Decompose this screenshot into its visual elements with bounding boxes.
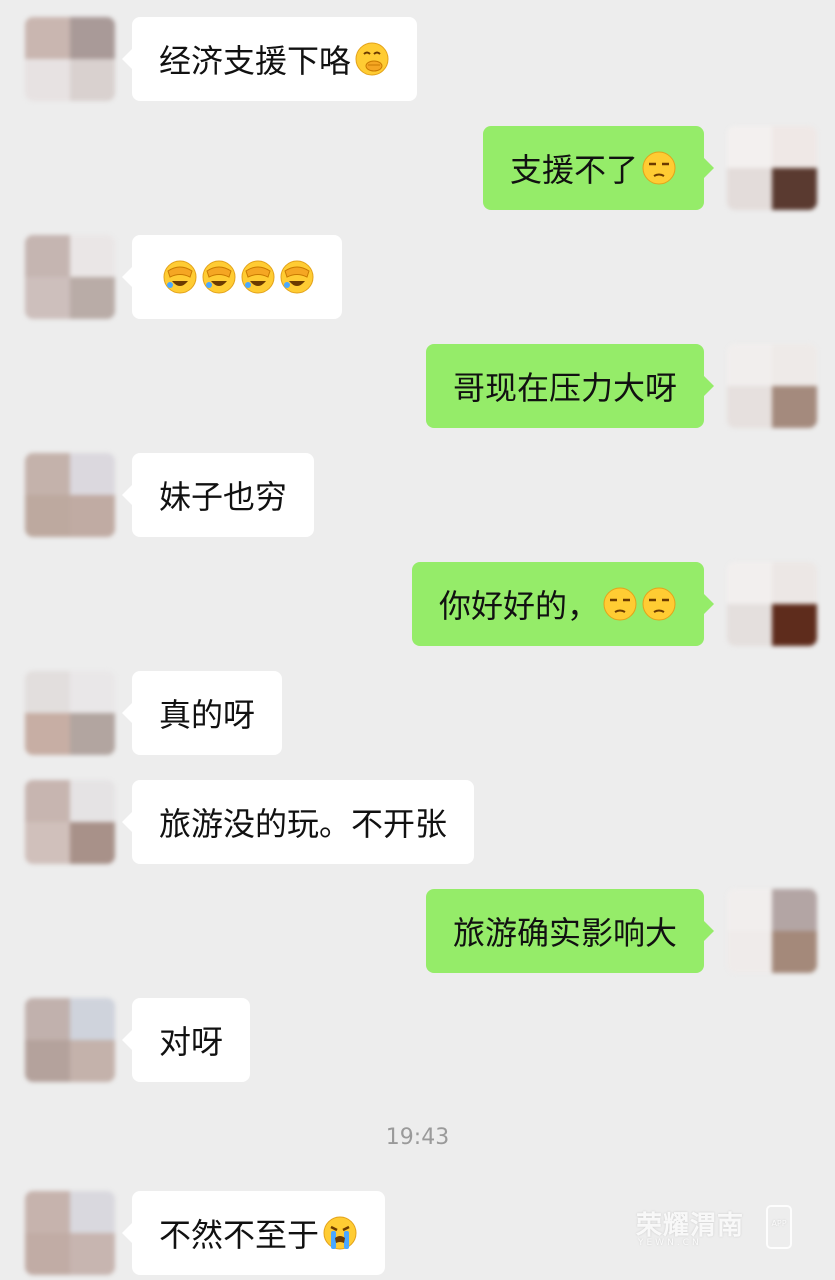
message-text: 妹子也穷 bbox=[159, 478, 288, 516]
message-bubble[interactable] bbox=[122, 235, 342, 319]
message-text: 对呀 bbox=[159, 1023, 224, 1061]
facepalm-face-emoji-icon bbox=[240, 259, 276, 295]
message-text: 不然不至于 bbox=[159, 1216, 320, 1254]
message-text: 真的呀 bbox=[159, 696, 256, 734]
contact-avatar[interactable] bbox=[25, 998, 115, 1082]
unamused-face-emoji-icon bbox=[641, 150, 677, 186]
message-bubble[interactable]: 不然不至于 bbox=[121, 1191, 386, 1275]
message-bubble[interactable]: 妹子也穷 bbox=[121, 453, 315, 537]
message-text: 旅游没的玩。不开张 bbox=[159, 805, 448, 843]
contact-avatar[interactable] bbox=[25, 453, 115, 537]
message-text: 支援不了 bbox=[509, 151, 638, 189]
face-with-hand-over-mouth-emoji-icon bbox=[354, 41, 390, 77]
contact-avatar[interactable] bbox=[25, 17, 115, 101]
watermark-title: 荣耀渭南 bbox=[636, 1211, 745, 1241]
user-avatar[interactable] bbox=[727, 344, 817, 428]
message-bubble[interactable]: 真的呀 bbox=[121, 671, 283, 755]
user-avatar[interactable] bbox=[727, 562, 817, 646]
message-bubble[interactable]: 旅游确实影响大 bbox=[425, 889, 715, 973]
watermark-logo: 荣耀渭南 YEWN.CN APP bbox=[636, 1205, 796, 1253]
message-bubble[interactable]: 支援不了 bbox=[482, 126, 715, 210]
message-text: 你好好的， bbox=[438, 587, 599, 625]
user-avatar[interactable] bbox=[727, 126, 817, 210]
message-bubble[interactable]: 对呀 bbox=[121, 998, 251, 1082]
chat-timestamp: 19:43 bbox=[385, 1125, 450, 1150]
contact-avatar[interactable] bbox=[25, 671, 115, 755]
message-bubble[interactable]: 经济支援下咯 bbox=[121, 17, 418, 101]
facepalm-face-emoji-icon bbox=[162, 259, 198, 295]
message-bubble[interactable]: 你好好的， bbox=[411, 562, 715, 646]
app-badge-icon: APP bbox=[766, 1205, 792, 1249]
contact-avatar[interactable] bbox=[25, 780, 115, 864]
facepalm-face-emoji-icon bbox=[279, 259, 315, 295]
watermark-subtitle: YEWN.CN bbox=[638, 1238, 702, 1248]
facepalm-face-emoji-icon bbox=[201, 259, 237, 295]
user-avatar[interactable] bbox=[727, 889, 817, 973]
unamused-face-emoji-icon bbox=[602, 586, 638, 622]
message-text: 哥现在压力大呀 bbox=[452, 369, 677, 407]
contact-avatar[interactable] bbox=[25, 1191, 115, 1275]
message-bubble[interactable]: 哥现在压力大呀 bbox=[425, 344, 715, 428]
message-text: 旅游确实影响大 bbox=[452, 914, 677, 952]
crying-face-emoji-icon bbox=[322, 1215, 358, 1251]
unamused-face-emoji-icon bbox=[641, 586, 677, 622]
contact-avatar[interactable] bbox=[25, 235, 115, 319]
message-text: 经济支援下咯 bbox=[159, 42, 352, 80]
message-bubble[interactable]: 旅游没的玩。不开张 bbox=[121, 780, 475, 864]
